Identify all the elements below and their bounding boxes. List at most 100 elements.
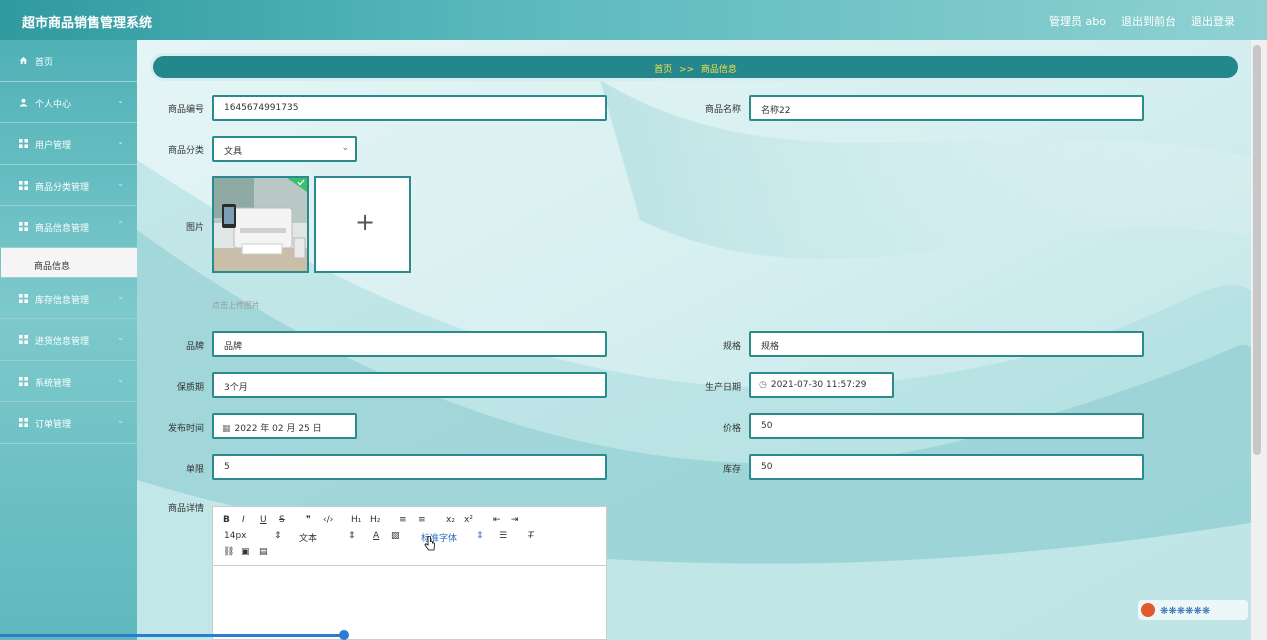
code-button[interactable]: ‹/› — [323, 515, 333, 525]
outdent-button[interactable]: ⇤ — [493, 515, 501, 525]
heading2-button[interactable]: H₂ — [370, 515, 380, 525]
user-icon — [19, 98, 28, 107]
editor-toolbar: B I U S ❞ ‹/› H₁ H₂ ≡ ≡ x₂ x² ⇤ ⇥ 14px ⇕ … — [213, 507, 606, 566]
shelf-life-label: 保质期 — [176, 383, 204, 393]
rich-text-editor: B I U S ❞ ‹/› H₁ H₂ ≡ ≡ x₂ x² ⇤ ⇥ 14px ⇕ … — [212, 506, 607, 640]
category-select[interactable]: 文具 ⌄ — [212, 136, 357, 162]
stock-input[interactable]: 50 — [749, 454, 1144, 480]
breadcrumb-current: 商品信息 — [700, 65, 737, 75]
product-name-input[interactable]: 名称22 — [749, 95, 1144, 121]
font-size-select[interactable]: 14px ⇕ — [224, 531, 282, 541]
image-icon[interactable]: ▣ — [241, 547, 250, 557]
header-links: 管理员 abo 退出到前台 退出登录 — [1049, 13, 1235, 29]
clock-icon: ◷ — [759, 380, 767, 390]
product-no-input[interactable]: 1645674991735 — [212, 95, 607, 121]
sidebar-item-product-management[interactable]: 商品信息管理 ⌃ — [0, 206, 137, 248]
sidebar-item-label: 商品信息管理 — [35, 224, 90, 234]
svg-text:❋❋❋❋❋❋: ❋❋❋❋❋❋ — [1160, 606, 1210, 617]
category-selected-value: 文具 — [224, 147, 243, 157]
breadcrumb: 首页 >> 商品信息 — [150, 53, 1241, 81]
grid-icon — [19, 222, 28, 231]
strike-button[interactable]: S — [279, 515, 285, 525]
production-date-picker[interactable]: ◷ 2021-07-30 11:57:29 — [749, 372, 894, 398]
brand-label: 品牌 — [185, 342, 204, 352]
chevron-down-icon: ⌄ — [117, 374, 124, 384]
limit-input[interactable]: 5 — [212, 454, 607, 480]
heading1-button[interactable]: H₁ — [351, 515, 361, 525]
grid-icon — [19, 335, 28, 344]
sidebar-item-label: 进货信息管理 — [35, 337, 90, 347]
video-icon[interactable]: ▤ — [259, 547, 268, 557]
price-input[interactable]: 50 — [749, 413, 1144, 439]
image-upload-button[interactable]: + — [314, 176, 411, 273]
sidebar-item-system-management[interactable]: 系统管理 ⌄ — [0, 361, 137, 402]
bold-button[interactable]: B — [223, 515, 230, 525]
calendar-icon: ▦ — [222, 424, 231, 434]
blockquote-button[interactable]: ❞ — [306, 515, 311, 525]
grid-icon — [19, 293, 28, 303]
hand-cursor-icon — [424, 536, 435, 551]
sidebar-item-stock-management[interactable]: 库存信息管理 ⌄ — [0, 278, 137, 319]
stock-label: 库存 — [722, 465, 741, 475]
sidebar-item-label: 首页 — [35, 58, 54, 68]
text-style-select[interactable]: 文本 ⇕ — [299, 531, 356, 544]
select-arrows-icon: ⇕ — [274, 531, 282, 541]
price-label: 价格 — [722, 424, 741, 434]
playback-progress[interactable] — [0, 634, 345, 637]
sidebar-item-user-management[interactable]: 用户管理 ⌄ — [0, 123, 137, 165]
font-color-icon[interactable]: A — [373, 531, 379, 541]
subscript-button[interactable]: x₂ — [446, 515, 455, 525]
sidebar-item-label: 商品分类管理 — [35, 182, 90, 193]
plus-icon: + — [355, 208, 376, 236]
select-arrows-icon: ⇕ — [476, 531, 484, 541]
sidebar-item-order-management[interactable]: 订单管理 ⌄ — [0, 402, 137, 444]
italic-button[interactable]: I — [242, 515, 245, 525]
logo-watermark: ❋❋❋❋❋❋ — [1138, 600, 1248, 620]
scrollbar-thumb[interactable] — [1253, 45, 1261, 455]
sidebar-item-home[interactable]: 首页 — [0, 40, 137, 82]
underline-button[interactable]: U — [260, 515, 267, 525]
limit-label: 单限 — [185, 465, 204, 475]
sidebar-item-category-management[interactable]: 商品分类管理 ⌄ — [0, 165, 137, 206]
grid-icon — [19, 418, 28, 427]
superscript-button[interactable]: x² — [464, 515, 473, 525]
product-no-label: 商品编号 — [167, 105, 204, 115]
back-to-front-link[interactable]: 退出到前台 — [1121, 13, 1176, 29]
breadcrumb-home[interactable]: 首页 — [654, 65, 672, 75]
product-image-thumbnail[interactable] — [212, 176, 309, 273]
background-color-icon[interactable]: ▨ — [391, 531, 400, 541]
chevron-down-icon: ⌄ — [117, 178, 124, 188]
select-arrows-icon: ⇕ — [348, 531, 356, 541]
production-date-label: 生产日期 — [704, 383, 741, 393]
production-date-value: 2021-07-30 11:57:29 — [770, 380, 867, 390]
clear-format-icon[interactable]: T̶ — [528, 531, 534, 541]
chevron-down-icon: ⌄ — [117, 333, 124, 342]
top-header: 超市商品销售管理系统 管理员 abo 退出到前台 退出登录 — [0, 0, 1267, 40]
app-title: 超市商品销售管理系统 — [22, 16, 153, 31]
admin-user-label[interactable]: 管理员 abo — [1049, 13, 1106, 29]
bullet-list-button[interactable]: ≡ — [418, 515, 426, 525]
ordered-list-button[interactable]: ≡ — [399, 515, 407, 525]
brand-input[interactable]: 品牌 — [212, 331, 607, 357]
align-left-icon[interactable]: ☰ — [499, 531, 507, 541]
logout-link[interactable]: 退出登录 — [1191, 13, 1235, 29]
link-icon[interactable]: ⛓ — [223, 547, 234, 557]
sidebar-subitem-product-info[interactable]: 商品信息 — [1, 247, 137, 278]
publish-time-value: 2022 年 02 月 25 日 — [234, 424, 322, 434]
sidebar-item-personal-center[interactable]: 个人中心 ⌄ — [0, 82, 137, 123]
sidebar-item-purchase-management[interactable]: 进货信息管理 ⌄ — [0, 319, 137, 361]
sidebar: 首页 个人中心 ⌄ 用户管理 ⌄ 商品分类管理 ⌄ 商品信息管理 ⌃ 商品信息 … — [0, 40, 137, 640]
font-size-value: 14px — [224, 531, 247, 541]
grid-icon — [19, 376, 28, 386]
indent-button[interactable]: ⇥ — [511, 515, 519, 525]
spec-input[interactable]: 规格 — [749, 331, 1144, 357]
home-icon — [19, 56, 28, 65]
product-form: 商品编号 1645674991735 商品名称 名称22 商品分类 文具 ⌄ 图… — [0, 0, 1267, 640]
publish-time-picker[interactable]: ▦ 2022 年 02 月 25 日 — [212, 413, 357, 439]
shelf-life-input[interactable]: 3个月 — [212, 372, 607, 398]
sidebar-item-label: 库存信息管理 — [35, 295, 90, 306]
progress-handle[interactable] — [339, 630, 349, 640]
chevron-down-icon: ⌄ — [117, 416, 124, 425]
sidebar-item-label: 个人中心 — [35, 99, 72, 110]
upload-hint: 点击上传图片 — [212, 301, 260, 310]
